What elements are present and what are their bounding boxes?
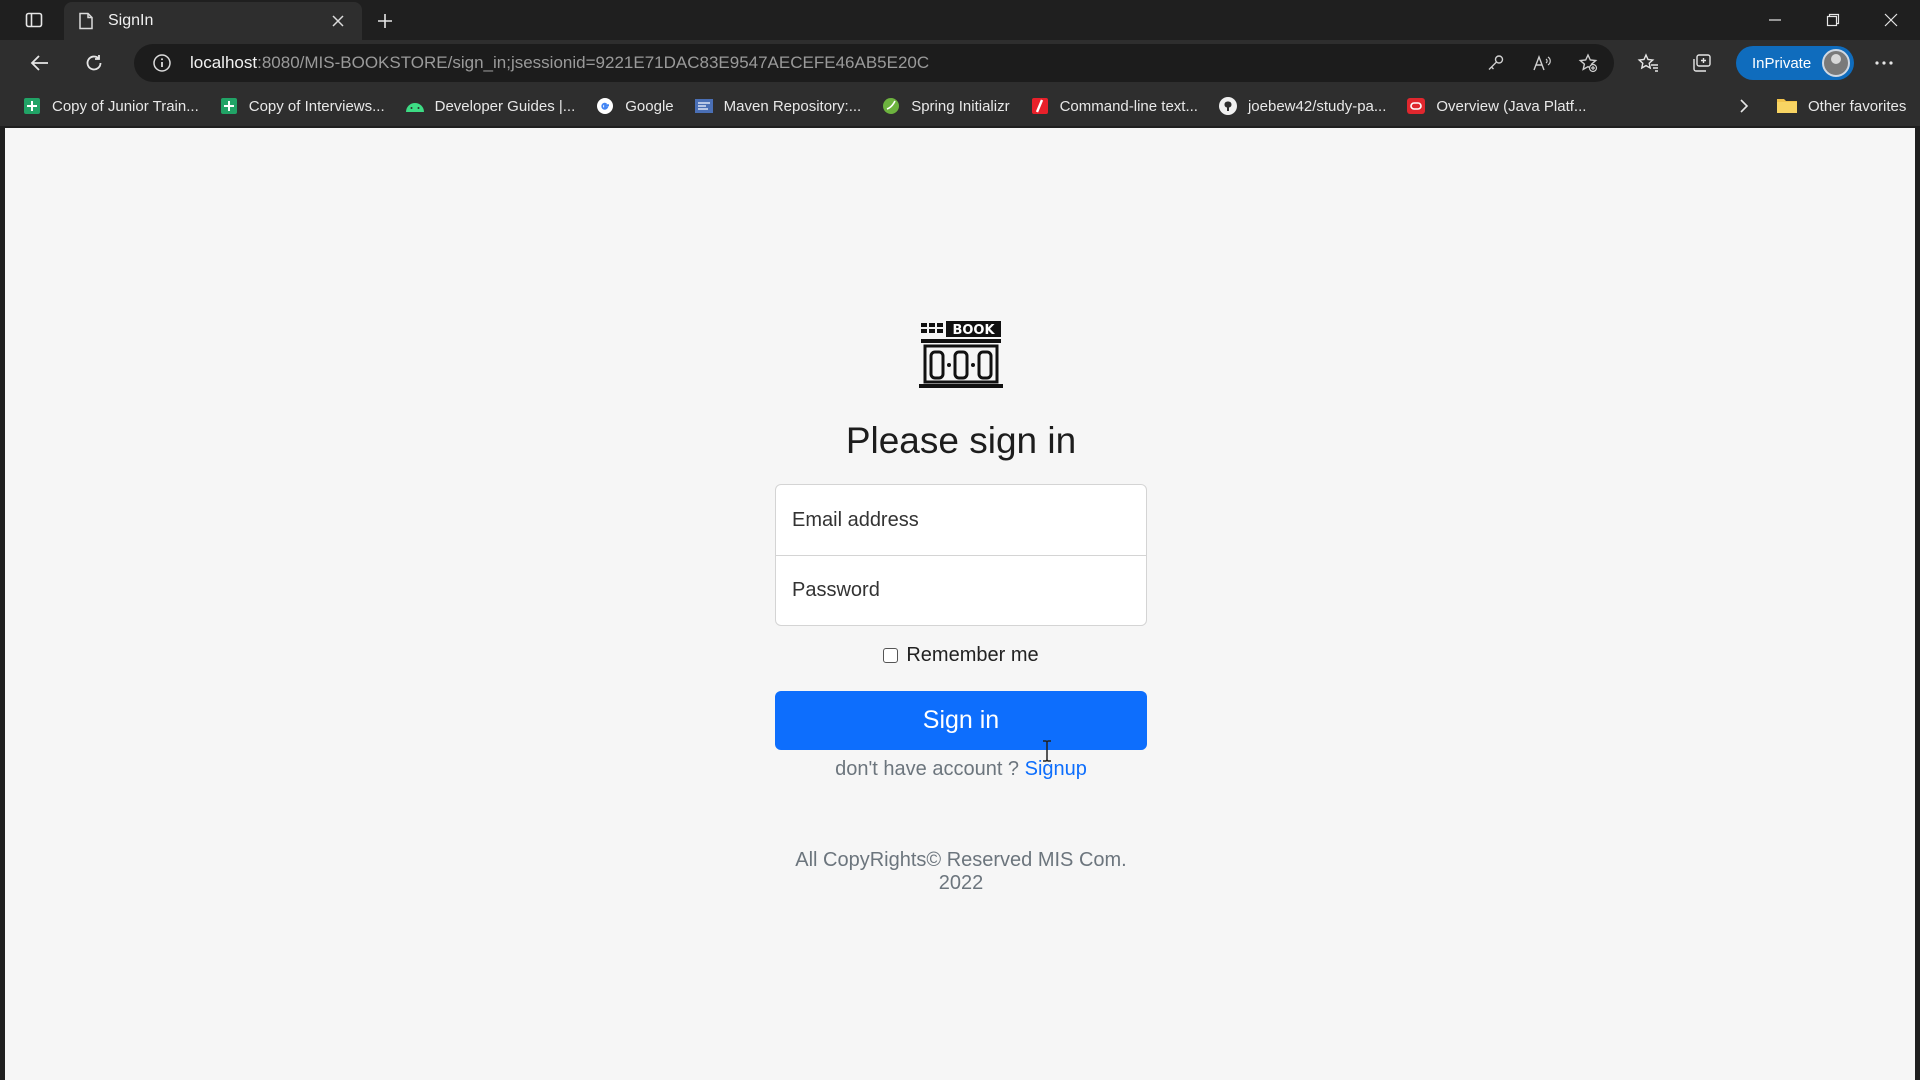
close-tab-icon[interactable] xyxy=(328,11,348,31)
url-path: :8080/MIS-BOOKSTORE/sign_in;jsessionid=9… xyxy=(257,53,930,72)
favorite-label: Copy of Interviews... xyxy=(248,97,385,115)
android-icon xyxy=(405,96,425,116)
password-input[interactable] xyxy=(776,555,1146,625)
url-host: localhost xyxy=(190,53,258,72)
tab-actions-icon[interactable] xyxy=(18,8,50,32)
remember-me-checkbox[interactable] xyxy=(883,648,899,663)
browser-toolbar: localhost:8080/MIS-BOOKSTORE/sign_in;jse… xyxy=(0,40,1920,86)
github-icon xyxy=(1218,96,1238,116)
signup-prompt: don't have account ? xyxy=(835,758,1025,780)
folder-icon xyxy=(1776,96,1798,116)
more-options-icon[interactable] xyxy=(1868,47,1900,79)
profile-avatar xyxy=(1822,49,1850,77)
favorite-label: Copy of Junior Train... xyxy=(52,97,199,115)
back-arrow-icon[interactable] xyxy=(24,47,56,79)
page-title: Please sign in xyxy=(845,420,1077,461)
credentials-group xyxy=(775,484,1147,626)
google-icon xyxy=(595,96,615,116)
favorite-item[interactable]: Developer Guides |... xyxy=(405,96,576,116)
favorite-item[interactable]: Command-line text... xyxy=(1030,96,1198,116)
favorite-item[interactable]: Google xyxy=(595,96,674,116)
restore-icon[interactable] xyxy=(1804,0,1862,40)
favorite-label: joebew42/study-pa... xyxy=(1247,97,1387,115)
remember-me[interactable]: Remember me xyxy=(775,644,1147,667)
text-cursor-icon xyxy=(1043,740,1051,762)
key-icon[interactable] xyxy=(1480,47,1512,79)
sheets-icon xyxy=(219,96,239,116)
address-bar[interactable]: localhost:8080/MIS-BOOKSTORE/sign_in;jse… xyxy=(134,44,1614,82)
favorite-item[interactable]: Overview (Java Platf... xyxy=(1406,96,1586,116)
favorite-label: Google xyxy=(625,97,674,115)
tab-title: SignIn xyxy=(108,12,154,29)
sheets-icon xyxy=(22,96,42,116)
url-text[interactable]: localhost:8080/MIS-BOOKSTORE/sign_in;jse… xyxy=(190,53,929,73)
signin-button[interactable]: Sign in xyxy=(775,691,1147,750)
favorite-item[interactable]: Copy of Interviews... xyxy=(219,96,385,116)
window-controls xyxy=(1746,0,1920,40)
signup-line: don't have account ? Signup xyxy=(775,758,1147,781)
favorites-icon[interactable] xyxy=(1632,47,1664,79)
favorites-bar: Copy of Junior Train... Copy of Intervie… xyxy=(0,86,1920,126)
signin-form: BOOK Please sign in Remember me Sign in … xyxy=(775,320,1147,895)
read-aloud-icon[interactable] xyxy=(1526,47,1558,79)
browser-tab-bar: SignIn xyxy=(0,0,1920,40)
other-favorites-label: Other favorites xyxy=(1808,97,1907,115)
site-info-icon[interactable] xyxy=(150,51,174,75)
command-icon xyxy=(1030,96,1050,116)
other-favorites[interactable]: Other favorites xyxy=(1776,86,1906,126)
bookstore-logo-icon: BOOK xyxy=(919,321,1003,388)
add-favorite-icon[interactable] xyxy=(1572,47,1604,79)
signup-link[interactable]: Signup xyxy=(1025,758,1087,780)
favorite-item[interactable]: Maven Repository:... xyxy=(694,96,862,116)
favorite-label: Overview (Java Platf... xyxy=(1436,97,1587,115)
email-input[interactable] xyxy=(776,485,1146,555)
favorite-item[interactable]: joebew42/study-pa... xyxy=(1218,96,1386,116)
inprivate-label: InPrivate xyxy=(1752,54,1812,72)
active-tab[interactable]: SignIn xyxy=(64,2,362,40)
maven-icon xyxy=(694,96,714,116)
spring-icon xyxy=(881,96,901,116)
favorite-label: Maven Repository:... xyxy=(723,97,862,115)
page-icon xyxy=(78,12,96,30)
inprivate-button[interactable]: InPrivate xyxy=(1736,46,1854,80)
chevron-right-icon[interactable] xyxy=(1732,94,1756,118)
favorite-label: Command-line text... xyxy=(1059,97,1198,115)
collections-icon[interactable] xyxy=(1686,47,1718,79)
oracle-icon xyxy=(1406,96,1426,116)
address-bar-actions xyxy=(1480,47,1604,79)
new-tab-icon[interactable] xyxy=(372,8,398,34)
logo-text: BOOK xyxy=(952,323,995,338)
minimize-icon[interactable] xyxy=(1746,0,1804,40)
close-window-icon[interactable] xyxy=(1862,0,1920,40)
page-viewport: BOOK Please sign in Remember me Sign in … xyxy=(5,128,1915,1080)
refresh-icon[interactable] xyxy=(78,47,110,79)
favorite-label: Developer Guides |... xyxy=(434,97,576,115)
favorite-item[interactable]: Copy of Junior Train... xyxy=(22,96,199,116)
copyright-footer: All CopyRights© Reserved MIS Com. 2022 xyxy=(795,849,1127,894)
remember-me-label: Remember me xyxy=(906,644,1039,666)
favorite-label: Spring Initializr xyxy=(911,97,1010,115)
toolbar-right-tools xyxy=(1632,47,1718,79)
favorite-item[interactable]: Spring Initializr xyxy=(881,96,1010,116)
